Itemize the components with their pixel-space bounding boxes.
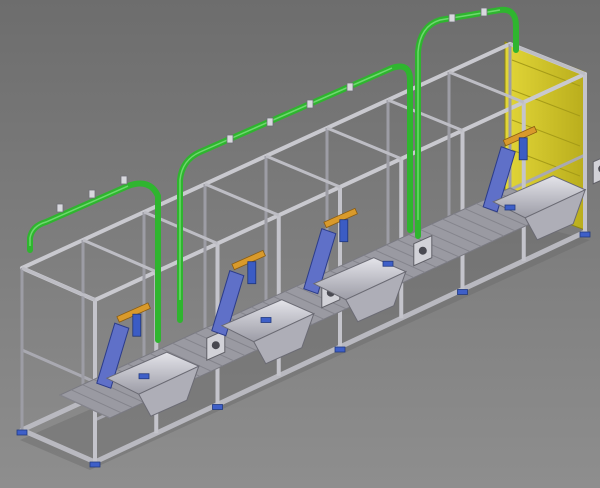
pipe-clamp	[88, 189, 96, 199]
pipe-clamp	[120, 175, 128, 185]
floor-shadow	[20, 222, 590, 470]
actuator	[339, 219, 349, 243]
pipe-clamp	[226, 134, 234, 144]
assembly-line-illustration	[16, 6, 600, 470]
leveling-foot	[16, 429, 28, 436]
pipe-clamp	[56, 203, 64, 213]
leveling-foot	[457, 289, 468, 295]
leveling-foot	[504, 204, 516, 211]
actuator	[247, 261, 257, 285]
actuator	[518, 137, 528, 161]
actuator	[132, 313, 142, 337]
top-cross-member	[387, 98, 464, 132]
top-cross-member	[265, 154, 341, 189]
leveling-foot	[212, 404, 223, 410]
sensor-lens	[211, 341, 220, 350]
pipe-clamp	[448, 13, 456, 23]
sensor-lens	[418, 246, 427, 255]
pipe-clamp	[480, 7, 488, 17]
leveling-foot	[579, 231, 591, 238]
leveling-foot	[382, 260, 394, 267]
cad-render-viewport	[0, 0, 600, 488]
leveling-foot	[260, 317, 272, 323]
leveling-foot	[89, 461, 101, 468]
pipe-clamp	[306, 99, 314, 109]
leveling-foot	[138, 373, 150, 380]
pipe-clamp	[266, 117, 274, 127]
top-cross-member	[326, 126, 402, 161]
pipe-clamp	[346, 82, 354, 92]
leveling-foot	[334, 346, 346, 353]
top-cross-member	[204, 182, 280, 217]
